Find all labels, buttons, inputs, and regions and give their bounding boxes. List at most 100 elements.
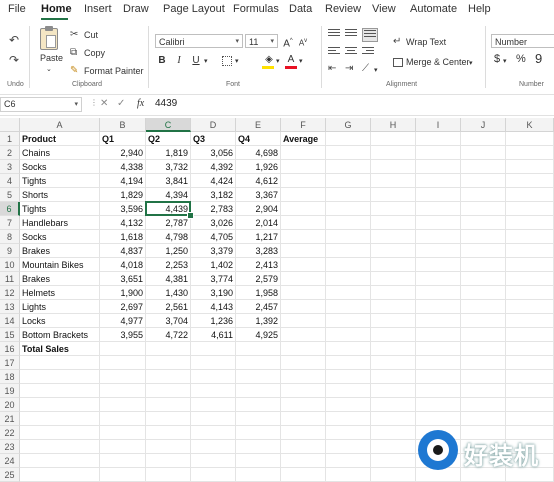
cell-a7[interactable]: Handlebars [20,216,100,230]
cell-d3[interactable]: 4,392 [191,160,236,174]
cell-a10[interactable]: Mountain Bikes [20,258,100,272]
row-header[interactable]: 8 [0,230,20,244]
cell-i4[interactable] [416,174,461,188]
cell-k10[interactable] [506,258,554,272]
cell-d17[interactable] [191,356,236,370]
cell-h15[interactable] [371,328,416,342]
cell-i19[interactable] [416,384,461,398]
cell-k20[interactable] [506,398,554,412]
row-header[interactable]: 14 [0,314,20,328]
cell-i10[interactable] [416,258,461,272]
cell-d21[interactable] [191,412,236,426]
row-header[interactable]: 23 [0,440,20,454]
row-header[interactable]: 17 [0,356,20,370]
cell-a16[interactable]: Total Sales [20,342,100,356]
cell-h22[interactable] [371,426,416,440]
cell-e18[interactable] [236,370,281,384]
cell-j2[interactable] [461,146,506,160]
cell-d5[interactable]: 3,182 [191,188,236,202]
cell-i20[interactable] [416,398,461,412]
column-header-b[interactable]: B [100,118,146,132]
cell-h9[interactable] [371,244,416,258]
cell-d6[interactable]: 2,783 [191,202,236,216]
paste-button[interactable]: Paste [40,53,63,63]
column-header-a[interactable]: A [20,118,100,132]
cell-b22[interactable] [100,426,146,440]
cell-h21[interactable] [371,412,416,426]
cell-b21[interactable] [100,412,146,426]
cell-f3[interactable] [281,160,326,174]
cell-c20[interactable] [146,398,191,412]
cell-b7[interactable]: 4,132 [100,216,146,230]
cell-d2[interactable]: 3,056 [191,146,236,160]
cell-h17[interactable] [371,356,416,370]
cell-d15[interactable]: 4,611 [191,328,236,342]
cell-b1[interactable]: Q1 [100,132,146,146]
cell-f17[interactable] [281,356,326,370]
cell-e5[interactable]: 3,367 [236,188,281,202]
currency-button[interactable]: $ [494,53,500,65]
cell-f6[interactable] [281,202,326,216]
cell-c13[interactable]: 2,561 [146,300,191,314]
menu-tab-page-layout[interactable]: Page Layout [163,3,225,15]
cell-e21[interactable] [236,412,281,426]
cell-a1[interactable]: Product [20,132,100,146]
cell-b18[interactable] [100,370,146,384]
cell-c21[interactable] [146,412,191,426]
cell-e16[interactable] [236,342,281,356]
cell-f13[interactable] [281,300,326,314]
cell-d22[interactable] [191,426,236,440]
insert-function-icon[interactable]: fx [137,98,144,109]
cell-c6[interactable]: 4,439 [146,202,191,216]
format-painter-icon[interactable]: ✎ [70,65,78,77]
more-icon[interactable]: ⋮ [90,98,98,107]
font-color-dropdown-icon[interactable]: ▾ [299,57,303,65]
cell-j12[interactable] [461,286,506,300]
cell-e7[interactable]: 2,014 [236,216,281,230]
cell-i16[interactable] [416,342,461,356]
row-header[interactable]: 20 [0,398,20,412]
cell-c8[interactable]: 4,798 [146,230,191,244]
cell-h19[interactable] [371,384,416,398]
cell-g20[interactable] [326,398,371,412]
align-top-icon[interactable] [328,29,340,39]
cell-g15[interactable] [326,328,371,342]
column-header-f[interactable]: F [281,118,326,132]
cell-g18[interactable] [326,370,371,384]
comma-style-button[interactable]: 9 [535,51,542,66]
row-header[interactable]: 12 [0,286,20,300]
cell-a3[interactable]: Socks [20,160,100,174]
column-header-h[interactable]: H [371,118,416,132]
cell-i12[interactable] [416,286,461,300]
cell-a8[interactable]: Socks [20,230,100,244]
cell-d24[interactable] [191,454,236,468]
cell-a17[interactable] [20,356,100,370]
cell-f4[interactable] [281,174,326,188]
format-painter-button[interactable]: Format Painter [84,66,144,76]
cell-a24[interactable] [20,454,100,468]
cell-c5[interactable]: 4,394 [146,188,191,202]
cell-c9[interactable]: 1,250 [146,244,191,258]
cell-j7[interactable] [461,216,506,230]
cell-a15[interactable]: Bottom Brackets [20,328,100,342]
cell-g9[interactable] [326,244,371,258]
cell-h10[interactable] [371,258,416,272]
cell-e10[interactable]: 2,413 [236,258,281,272]
cell-b24[interactable] [100,454,146,468]
cell-i7[interactable] [416,216,461,230]
cell-i8[interactable] [416,230,461,244]
row-header[interactable]: 24 [0,454,20,468]
cell-e19[interactable] [236,384,281,398]
cell-g17[interactable] [326,356,371,370]
cell-k4[interactable] [506,174,554,188]
cell-g22[interactable] [326,426,371,440]
cell-i11[interactable] [416,272,461,286]
cell-i3[interactable] [416,160,461,174]
cut-icon[interactable]: ✂ [70,29,78,41]
cell-i17[interactable] [416,356,461,370]
cell-b14[interactable]: 4,977 [100,314,146,328]
cell-j13[interactable] [461,300,506,314]
cell-a11[interactable]: Brakes [20,272,100,286]
cell-c7[interactable]: 2,787 [146,216,191,230]
row-header[interactable]: 22 [0,426,20,440]
